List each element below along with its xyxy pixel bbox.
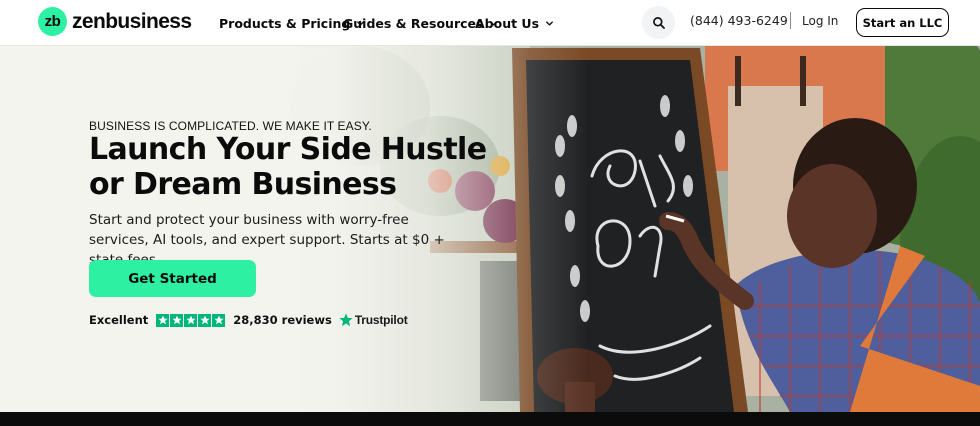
star-icon [156,313,170,327]
trustpilot-star-icon [339,313,353,327]
nav-about-us-label: About Us [475,15,540,31]
hero-section: BUSINESS IS COMPLICATED. WE MAKE IT EASY… [0,46,980,412]
logo-wordmark: zenbusiness [72,9,192,33]
hero-headline-line-2: or Dream Business [89,167,397,202]
nav-products-pricing-label: Products & Pricing [219,15,351,31]
trustpilot-link[interactable]: Trustpilot [339,313,408,327]
chevron-down-icon [546,20,553,26]
trustpilot-wordmark: Trustpilot [354,313,408,327]
star-rating [156,313,226,327]
hero-headline-line-1: Launch Your Side Hustle [89,132,487,167]
get-started-button[interactable]: Get Started [89,260,256,297]
start-llc-button[interactable]: Start an LLC [856,8,949,37]
search-button[interactable] [642,6,675,39]
nav-about-us[interactable]: About Us [475,0,555,46]
site-header: zb zenbusiness Products & Pricing Guides… [0,0,980,46]
star-icon [184,313,198,327]
star-icon [198,313,212,327]
star-icon [212,313,226,327]
star-icon [170,313,184,327]
bottom-bar [0,412,980,426]
hero-headline: Launch Your Side Hustle or Dream Busines… [89,132,487,202]
search-icon [652,16,665,29]
review-count: 28,830 reviews [233,313,332,327]
rating-label: Excellent [89,313,149,327]
header-divider [790,12,791,29]
logo[interactable]: zb zenbusiness [38,7,192,36]
hero-eyebrow: BUSINESS IS COMPLICATED. WE MAKE IT EASY… [89,119,372,133]
nav-guides-resources-label: Guides & Resources [343,15,484,31]
logo-mark: zb [38,7,67,36]
trustpilot-rating: Excellent 28,830 reviews Trustpilot [89,313,408,327]
phone-number-link[interactable]: (844) 493-6249 [690,13,788,28]
login-link[interactable]: Log In [802,14,838,28]
